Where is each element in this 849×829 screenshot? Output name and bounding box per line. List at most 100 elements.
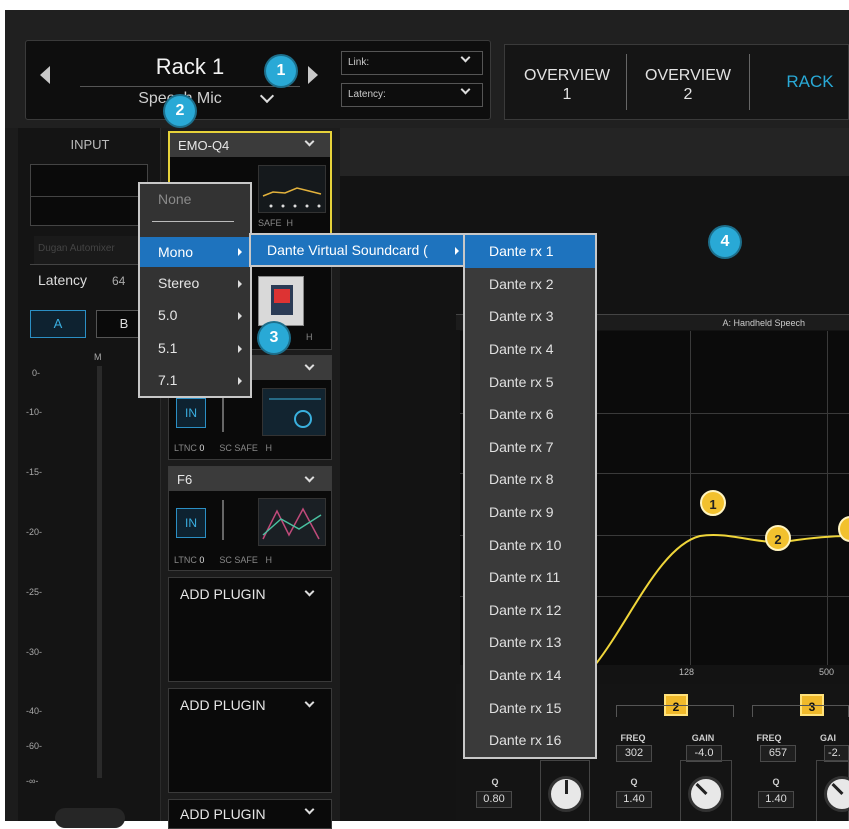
- tab-overview-1[interactable]: OVERVIEW 1: [510, 66, 624, 104]
- menu-item-dante-rx-7[interactable]: Dante rx 7: [465, 431, 595, 464]
- divider: [222, 392, 224, 432]
- menu-item-dante-rx-16[interactable]: Dante rx 16: [465, 724, 595, 757]
- menu-item-5-0[interactable]: 5.0: [140, 300, 250, 330]
- menu-item-dante-rx-14[interactable]: Dante rx 14: [465, 659, 595, 692]
- scale-tick: -20-: [26, 527, 43, 537]
- menu-item-dante-rx-15[interactable]: Dante rx 15: [465, 692, 595, 725]
- freq-tick: 500: [819, 667, 835, 677]
- input-header: INPUT: [70, 137, 110, 152]
- tab-rack[interactable]: RACK: [770, 72, 849, 91]
- menu-item-none[interactable]: None: [140, 184, 250, 214]
- menu-item-dante-rx-12[interactable]: Dante rx 12: [465, 594, 595, 627]
- latency-value: 64: [112, 274, 126, 288]
- scale-tick: 0-: [32, 368, 41, 378]
- submenu-arrow-icon: [238, 280, 242, 288]
- plugin-footer: SAFE H: [258, 218, 294, 228]
- divider: [30, 264, 148, 265]
- add-plugin-label: ADD PLUGIN: [180, 586, 266, 602]
- menu-item-dante-rx-11[interactable]: Dante rx 11: [465, 561, 595, 594]
- submenu-arrow-icon: [238, 345, 242, 353]
- menu-item-dante-rx-4[interactable]: Dante rx 4: [465, 333, 595, 366]
- callout-badge-4: 4: [710, 227, 740, 257]
- in-button[interactable]: IN: [176, 508, 206, 538]
- menu-separator: [152, 221, 234, 222]
- q-label: Q: [630, 777, 638, 787]
- freq-tick: 128: [679, 667, 695, 677]
- band-bracket: [752, 705, 849, 717]
- plugin-view-header: [340, 128, 849, 176]
- a-button[interactable]: A: [30, 310, 86, 338]
- freq-label: FREQ: [756, 733, 782, 743]
- input-plugin-name: Dugan Automixer: [34, 236, 146, 264]
- divider: [80, 86, 300, 87]
- callout-badge-2: 2: [165, 96, 195, 126]
- submenu-arrow-icon: [238, 377, 242, 385]
- divider: [222, 500, 224, 540]
- band-3-freq-value[interactable]: 657: [760, 745, 796, 762]
- q-label: Q: [491, 777, 499, 787]
- band-2-freq-value[interactable]: 302: [616, 745, 652, 762]
- menu-item-dante-rx-13[interactable]: Dante rx 13: [465, 626, 595, 659]
- tab-separator: [626, 54, 627, 110]
- q-label: Q: [772, 777, 780, 787]
- scale-tick: -10-: [26, 407, 43, 417]
- callout-badge-3: 3: [259, 323, 289, 353]
- link-toggle[interactable]: [55, 808, 125, 828]
- add-plugin-label: ADD PLUGIN: [180, 697, 266, 713]
- band-1-q-value[interactable]: 0.80: [476, 791, 512, 808]
- prev-rack-icon[interactable]: [40, 66, 50, 84]
- knob-indicator: [565, 780, 568, 794]
- next-rack-icon[interactable]: [308, 66, 318, 84]
- menu-item-dante-rx-10[interactable]: Dante rx 10: [465, 529, 595, 562]
- freq-label: FREQ: [620, 733, 646, 743]
- gain-label: GAIN: [691, 733, 715, 743]
- menu-item-7-1[interactable]: 7.1: [140, 365, 250, 395]
- input-source-box[interactable]: [30, 164, 148, 226]
- tab-overview-2[interactable]: OVERVIEW 2: [630, 66, 746, 104]
- menu-item-5-1[interactable]: 5.1: [140, 333, 250, 363]
- submenu-arrow-icon: [238, 248, 242, 256]
- scale-tick: -25-: [26, 587, 43, 597]
- scale-tick: -60-: [26, 741, 43, 751]
- plugin-slot-title: EMO-Q4: [170, 133, 330, 157]
- plugin-thumbnail: [258, 498, 326, 546]
- menu-item-dante-rx-3[interactable]: Dante rx 3: [465, 300, 595, 333]
- eq-point-1[interactable]: 1: [700, 490, 726, 516]
- plugin-thumbnail: [258, 165, 326, 213]
- menu-item-stereo[interactable]: Stereo: [140, 268, 250, 298]
- tab-separator: [749, 54, 750, 110]
- in-button[interactable]: IN: [176, 398, 206, 428]
- divider: [30, 196, 148, 197]
- add-plugin-label: ADD PLUGIN: [180, 806, 266, 822]
- band-bracket: [616, 705, 734, 717]
- scale-tick: -15-: [26, 467, 43, 477]
- scale-tick: -40-: [26, 706, 43, 716]
- plugin-footer: LTNC 0 SC SAFE H: [174, 443, 272, 453]
- scale-tick: -30-: [26, 647, 43, 657]
- plugin-thumbnail: [258, 276, 304, 326]
- menu-item-dante-rx-8[interactable]: Dante rx 8: [465, 463, 595, 496]
- callout-badge-1: 1: [266, 56, 296, 86]
- latency-label: Latency:: [348, 89, 386, 100]
- scale-tick: -∞-: [26, 776, 39, 786]
- latency-label: Latency: [38, 272, 88, 288]
- menu-item-dante-rx-2[interactable]: Dante rx 2: [465, 268, 595, 301]
- menu-item-dante-rx-5[interactable]: Dante rx 5: [465, 366, 595, 399]
- menu-item-dante-virtual-soundcard[interactable]: Dante Virtual Soundcard (: [251, 235, 465, 265]
- band-2-q-value[interactable]: 1.40: [616, 791, 652, 808]
- plugin-footer: LTNC 0 SC SAFE H: [174, 555, 272, 565]
- plugin-footer: H: [306, 332, 313, 342]
- submenu-arrow-icon: [455, 247, 459, 255]
- menu-item-dante-rx-9[interactable]: Dante rx 9: [465, 496, 595, 529]
- menu-item-dante-rx-1[interactable]: Dante rx 1: [465, 235, 595, 268]
- level-meter: [97, 366, 102, 778]
- submenu-arrow-icon: [238, 312, 242, 320]
- eq-point-2[interactable]: 2: [765, 525, 791, 551]
- plugin-thumbnail: [262, 388, 326, 436]
- gain-label: GAI: [820, 733, 837, 743]
- meter-label: M: [94, 352, 102, 362]
- menu-item-dante-rx-6[interactable]: Dante rx 6: [465, 398, 595, 431]
- link-label: Link:: [348, 57, 370, 68]
- menu-item-mono[interactable]: Mono: [140, 237, 250, 267]
- band-3-q-value[interactable]: 1.40: [758, 791, 794, 808]
